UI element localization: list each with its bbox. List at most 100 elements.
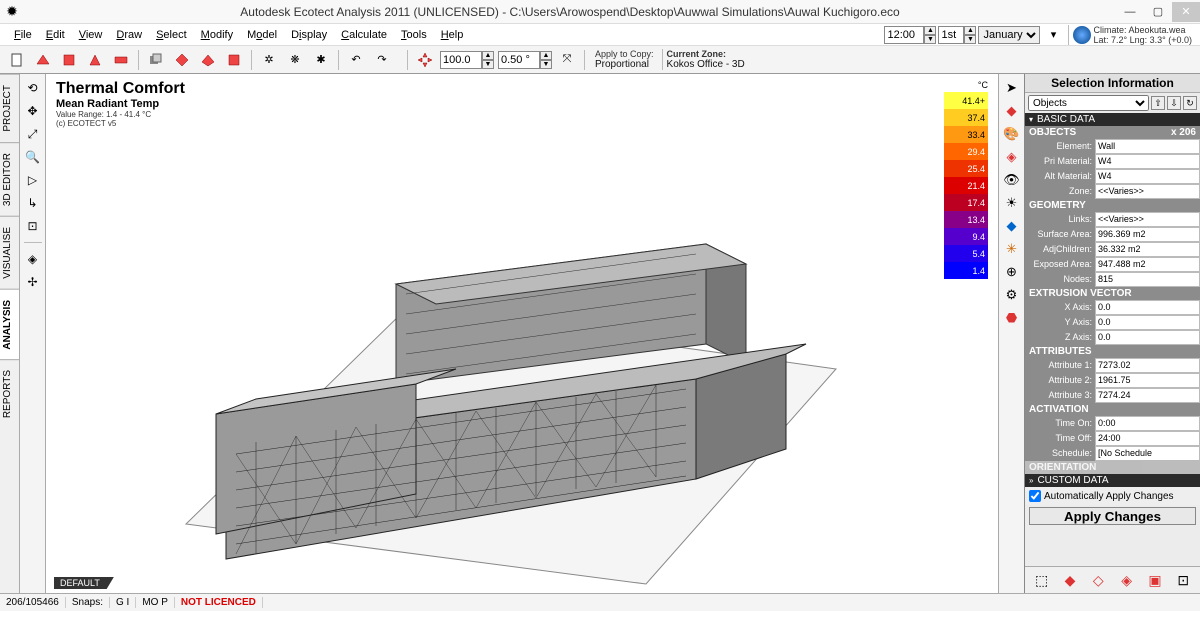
red-tool-7[interactable] — [223, 49, 245, 71]
menu-view[interactable]: View — [73, 27, 109, 43]
tab-3d-editor[interactable]: 3D EDITOR — [0, 142, 19, 216]
time-off[interactable]: 24:00 — [1095, 431, 1200, 446]
z-axis[interactable]: 0.0 — [1095, 330, 1200, 345]
calendar-dropdown[interactable]: ▾ — [1042, 24, 1064, 46]
pointer-icon[interactable]: ➤ — [1002, 78, 1022, 98]
default-tag[interactable]: DEFAULT — [54, 577, 114, 589]
red-tool-4[interactable] — [110, 49, 132, 71]
menu-display[interactable]: Display — [285, 27, 333, 43]
settings-icon[interactable]: ⚙ — [1002, 285, 1022, 305]
apply-copy-info[interactable]: Apply to Copy: Proportional — [595, 49, 654, 70]
alt-material[interactable]: W4 — [1095, 169, 1200, 184]
gi-toggle[interactable]: G I — [110, 597, 136, 608]
maximize-button[interactable]: ▢ — [1144, 2, 1172, 22]
undo-icon[interactable]: ↶ — [345, 49, 367, 71]
cube-icon[interactable]: ◈ — [23, 249, 43, 269]
mop-toggle[interactable]: MO P — [136, 597, 175, 608]
pan-icon[interactable]: ✥ — [23, 101, 43, 121]
nodes[interactable]: 815 — [1095, 272, 1200, 287]
tool-e-icon[interactable]: ▣ — [1145, 570, 1165, 590]
surface-area[interactable]: 996.369 m2 — [1095, 227, 1200, 242]
menu-modify[interactable]: Modify — [195, 27, 239, 43]
attr2[interactable]: 1961.75 — [1095, 373, 1200, 388]
menu-draw[interactable]: Draw — [110, 27, 148, 43]
tool-d-icon[interactable]: ◈ — [1117, 570, 1137, 590]
menu-select[interactable]: Select — [150, 27, 193, 43]
pri-material[interactable]: W4 — [1095, 154, 1200, 169]
menu-edit[interactable]: Edit — [40, 27, 71, 43]
red-diamond-icon[interactable]: ◈ — [1002, 147, 1022, 167]
menu-model[interactable]: Model — [241, 27, 283, 43]
distance-field[interactable]: ▲▼ — [440, 51, 494, 69]
tab-reports[interactable]: REPORTS — [0, 359, 19, 428]
zoom-icon[interactable]: 🔍 — [23, 147, 43, 167]
links[interactable]: <<Varies>> — [1095, 212, 1200, 227]
angle-field[interactable]: ▲▼ — [498, 51, 552, 69]
axis-tool-icon[interactable]: ↳ — [23, 193, 43, 213]
nav-refresh[interactable]: ↻ — [1183, 96, 1197, 110]
palette-icon[interactable]: 🎨 — [1002, 124, 1022, 144]
sun-icon[interactable]: ☀ — [1002, 193, 1022, 213]
nav-up[interactable]: ⇧ — [1151, 96, 1165, 110]
time-on[interactable]: 0:00 — [1095, 416, 1200, 431]
eye-icon[interactable]: 👁 — [1002, 170, 1022, 190]
target-icon[interactable]: ⊕ — [1002, 262, 1022, 282]
time-field[interactable]: ▲▼ — [884, 26, 936, 44]
close-button[interactable]: ✕ — [1172, 2, 1200, 22]
move-all-icon[interactable]: ✢ — [23, 272, 43, 292]
day-field[interactable]: ▲▼ — [938, 26, 976, 44]
gear3-icon[interactable]: ✱ — [310, 49, 332, 71]
y-axis[interactable]: 0.0 — [1095, 315, 1200, 330]
current-zone-info[interactable]: Current Zone: Kokos Office - 3D — [662, 49, 745, 70]
new-file-icon[interactable] — [6, 49, 28, 71]
exposed-area[interactable]: 947.488 m2 — [1095, 257, 1200, 272]
gear-icon[interactable]: ✲ — [258, 49, 280, 71]
adj-children[interactable]: 36.332 m2 — [1095, 242, 1200, 257]
layers-icon[interactable] — [145, 49, 167, 71]
red-tool-5[interactable] — [171, 49, 193, 71]
object-type-select[interactable]: Objects — [1028, 95, 1149, 111]
menu-help[interactable]: Help — [435, 27, 470, 43]
fit-icon[interactable]: ⊡ — [23, 216, 43, 236]
time-up[interactable]: ▲ — [924, 26, 936, 35]
minimize-button[interactable]: — — [1116, 2, 1144, 22]
menu-calculate[interactable]: Calculate — [335, 27, 393, 43]
attr3[interactable]: 7274.24 — [1095, 388, 1200, 403]
red-cube-icon[interactable]: ◆ — [1002, 101, 1022, 121]
3d-canvas[interactable]: Thermal Comfort Mean Radiant Temp Value … — [46, 74, 998, 593]
redo-icon[interactable]: ↷ — [371, 49, 393, 71]
red-tool-3[interactable] — [84, 49, 106, 71]
zoom-fit-icon[interactable]: ⤢ — [23, 124, 43, 144]
schedule[interactable]: [No Schedule — [1095, 446, 1200, 461]
time-down[interactable]: ▼ — [924, 35, 936, 44]
tool-b-icon[interactable]: ◆ — [1060, 570, 1080, 590]
month-select[interactable]: January — [978, 26, 1040, 44]
axis-icon[interactable]: ⤧ — [556, 49, 578, 71]
snaps-label[interactable]: Snaps: — [66, 597, 110, 608]
auto-apply-checkbox[interactable]: Automatically Apply Changes — [1025, 487, 1200, 505]
element-value[interactable]: Wall — [1095, 139, 1200, 154]
tag-icon[interactable]: ⬣ — [1002, 308, 1022, 328]
tool-f-icon[interactable]: ⊡ — [1173, 570, 1193, 590]
gear2-icon[interactable]: ❋ — [284, 49, 306, 71]
tool-c-icon[interactable]: ◇ — [1088, 570, 1108, 590]
menu-tools[interactable]: Tools — [395, 27, 433, 43]
move-tool-icon[interactable] — [414, 49, 436, 71]
attr1[interactable]: 7273.02 — [1095, 358, 1200, 373]
spark-icon[interactable]: ✳ — [1002, 239, 1022, 259]
menu-file[interactable]: File — [8, 27, 38, 43]
tool-a-icon[interactable]: ⬚ — [1032, 570, 1052, 590]
distance-input[interactable] — [440, 51, 482, 69]
tab-analysis[interactable]: ANALYSIS — [0, 289, 19, 360]
zone-value[interactable]: <<Varies>> — [1095, 184, 1200, 199]
nav-down[interactable]: ⇩ — [1167, 96, 1181, 110]
custom-data-header[interactable]: »CUSTOM DATA — [1025, 474, 1200, 487]
tab-visualise[interactable]: VISUALISE — [0, 216, 19, 289]
tab-project[interactable]: PROJECT — [0, 74, 19, 142]
red-tool-6[interactable] — [197, 49, 219, 71]
day-input[interactable] — [938, 26, 964, 44]
red-tool-1[interactable] — [32, 49, 54, 71]
orbit-icon[interactable]: ⟲ — [23, 78, 43, 98]
apply-changes-button[interactable]: Apply Changes — [1029, 507, 1196, 525]
x-axis[interactable]: 0.0 — [1095, 300, 1200, 315]
